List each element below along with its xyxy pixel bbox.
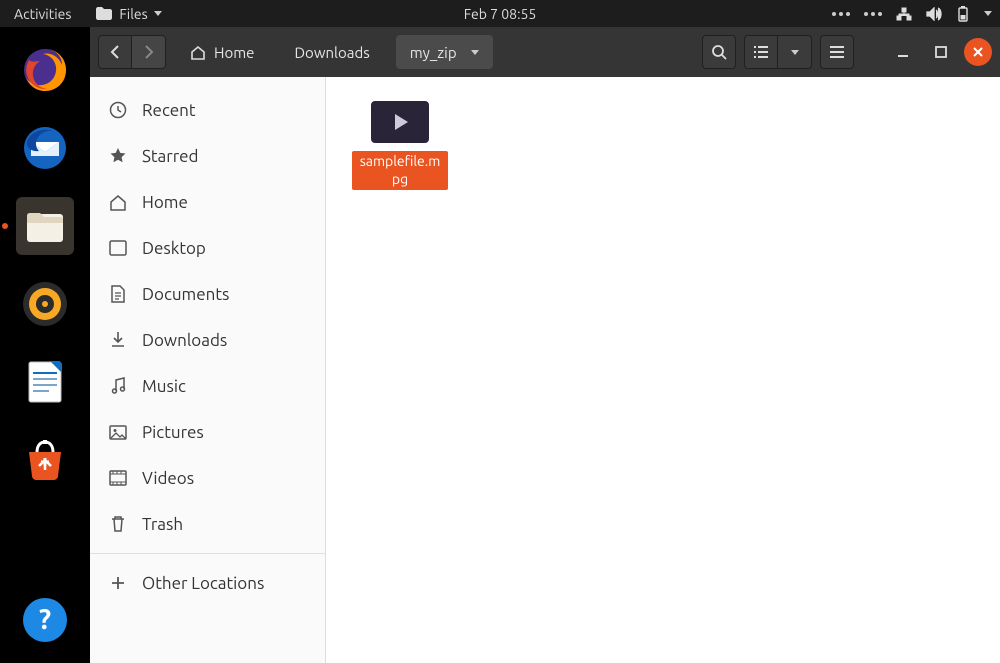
dock-help[interactable]: ? [16,591,74,649]
sidebar-item-downloads[interactable]: Downloads [90,317,325,363]
path-home-label: Home [214,44,254,61]
sidebar-item-videos[interactable]: Videos [90,455,325,501]
sidebar-item-label: Documents [142,285,229,304]
dock-thunderbird[interactable] [16,119,74,177]
window-body: Recent Starred Home Desktop Documents Do… [90,77,1000,663]
dock-ubuntu-software[interactable] [16,431,74,489]
view-switcher [744,35,812,69]
sidebar: Recent Starred Home Desktop Documents Do… [90,77,326,663]
list-view-button[interactable] [744,35,778,69]
dock-firefox[interactable] [16,41,74,99]
dock: ? [0,27,90,663]
sidebar-item-home[interactable]: Home [90,179,325,225]
download-icon [108,331,128,349]
sidebar-item-trash[interactable]: Trash [90,501,325,547]
path-current[interactable]: my_zip [396,35,493,69]
path-home[interactable]: Home [176,35,268,69]
folder-icon [95,6,113,22]
sidebar-item-label: Videos [142,469,194,488]
sidebar-item-label: Starred [142,147,199,166]
sidebar-item-label: Desktop [142,239,206,258]
chevron-down-icon [471,50,479,55]
file-item[interactable]: samplefile.mpg [350,101,450,190]
system-tray [832,6,992,22]
battery-icon[interactable] [956,6,970,22]
top-panel: Activities Files Feb 7 08:55 [0,0,1000,27]
picture-icon [108,425,128,440]
sidebar-separator [90,553,325,554]
window-minimize-button[interactable] [888,39,918,65]
sidebar-item-label: Trash [142,515,183,534]
sidebar-item-desktop[interactable]: Desktop [90,225,325,271]
sidebar-item-label: Other Locations [142,574,264,593]
svg-text:?: ? [39,604,51,635]
file-name-label: samplefile.mpg [352,151,448,190]
document-icon [108,285,128,303]
sidebar-item-documents[interactable]: Documents [90,271,325,317]
network-icon[interactable] [896,7,912,21]
window-maximize-button[interactable] [926,39,956,65]
clock-icon [108,101,128,119]
star-icon [108,147,128,165]
trash-icon [108,515,128,533]
headerbar: Home Downloads my_zip [90,27,1000,77]
app-menu[interactable]: Files [85,6,171,22]
path-downloads-label: Downloads [294,44,369,61]
home-icon [190,45,206,60]
plus-icon [108,575,128,591]
sidebar-item-other-locations[interactable]: Other Locations [90,560,325,606]
appindicator-icon[interactable] [832,12,850,16]
file-view[interactable]: samplefile.mpg [326,77,1000,663]
desktop-icon [108,240,128,256]
pathbar: Home Downloads my_zip [176,35,493,69]
sidebar-item-label: Pictures [142,423,204,442]
music-icon [108,377,128,395]
appindicator-icon[interactable] [864,12,882,16]
back-button[interactable] [98,35,132,69]
video-icon [108,470,128,486]
volume-icon[interactable] [926,7,942,21]
sidebar-item-starred[interactable]: Starred [90,133,325,179]
dock-libreoffice-writer[interactable] [16,353,74,411]
path-current-label: my_zip [410,44,457,61]
chevron-down-icon [154,11,162,16]
dock-rhythmbox[interactable] [16,275,74,333]
chevron-down-icon [984,11,992,16]
files-window: Home Downloads my_zip [90,27,1000,663]
chevron-down-icon [791,50,799,55]
activities-button[interactable]: Activities [0,6,85,22]
window-close-button[interactable] [964,38,992,66]
sidebar-item-label: Recent [142,101,196,120]
clock[interactable]: Feb 7 08:55 [464,6,537,22]
search-button[interactable] [702,35,736,69]
hamburger-menu-button[interactable] [820,35,854,69]
sidebar-item-music[interactable]: Music [90,363,325,409]
sidebar-item-recent[interactable]: Recent [90,87,325,133]
sidebar-item-label: Music [142,377,186,396]
dock-files[interactable] [16,197,74,255]
sidebar-item-pictures[interactable]: Pictures [90,409,325,455]
path-downloads[interactable]: Downloads [280,35,383,69]
sidebar-item-label: Downloads [142,331,227,350]
video-thumbnail-icon [371,101,429,143]
home-icon [108,194,128,211]
sidebar-item-label: Home [142,193,188,212]
app-menu-label: Files [119,6,147,22]
view-options-button[interactable] [778,35,812,69]
nav-buttons [98,35,166,69]
headerbar-right [702,35,992,69]
forward-button[interactable] [132,35,166,69]
